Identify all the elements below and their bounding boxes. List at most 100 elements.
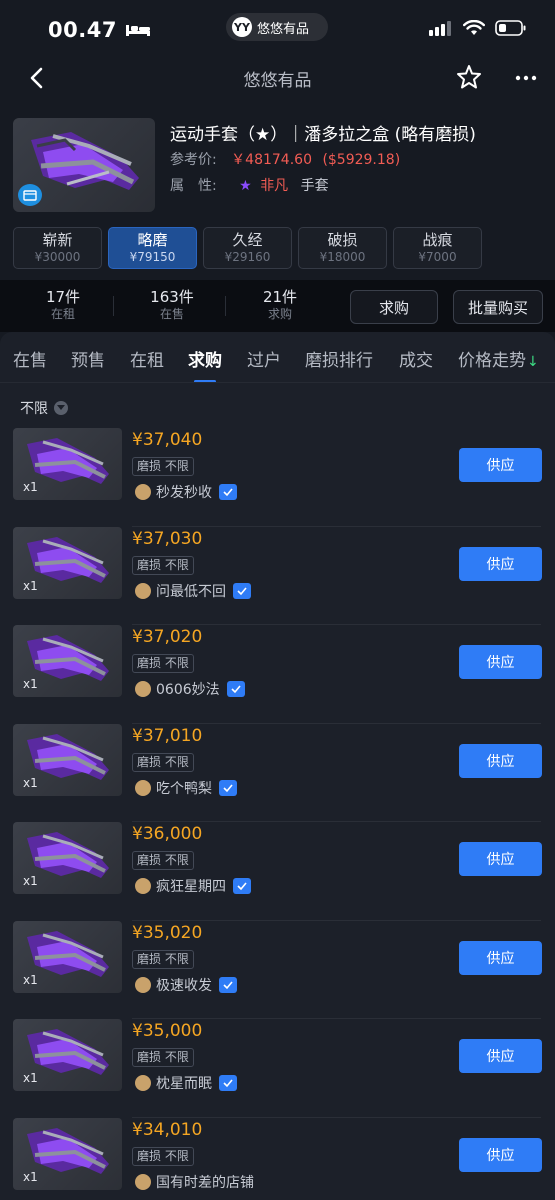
- app-indicator-pill[interactable]: YY 悠悠有品: [226, 13, 328, 41]
- supply-button[interactable]: 供应: [459, 1137, 542, 1172]
- item-thumbnail[interactable]: x1: [13, 625, 122, 697]
- verified-badge-icon: [219, 484, 237, 500]
- item-quantity: x1: [23, 578, 38, 593]
- buyer-name: 枕星而眠: [156, 1076, 212, 1092]
- avatar: [135, 779, 151, 796]
- wear-tab-name: 略磨: [137, 231, 168, 249]
- rarity-star-icon: ★: [239, 178, 252, 194]
- request-price: ¥37,040: [132, 430, 203, 450]
- bulk-buy-button[interactable]: 批量购买: [453, 290, 543, 324]
- buyer-info[interactable]: 极速收发: [135, 975, 237, 995]
- stat-divider: [113, 296, 114, 316]
- trend-arrow-icon: ↓: [527, 354, 539, 370]
- buy-request-list: x1 ¥37,040 磨损 不限 秒发秒收 供应 x1 ¥37,030 磨损 不…: [0, 428, 555, 1200]
- item-thumbnail[interactable]: x1: [13, 920, 122, 993]
- buyer-info[interactable]: 0606妙法: [135, 679, 245, 699]
- buyer-info[interactable]: 疯狂星期四: [135, 876, 251, 896]
- stats-bar: 17件 在租 163件 在售 21件 求购 求购 批量购买: [0, 280, 555, 332]
- verified-badge-icon: [226, 681, 245, 697]
- rarity-text: 非凡: [260, 178, 289, 194]
- request-price: ¥35,000: [132, 1021, 203, 1041]
- sleep-focus-icon: [125, 23, 151, 37]
- supply-button[interactable]: 供应: [459, 645, 542, 679]
- wear-tab-factory-new[interactable]: 崭新 ¥30000: [13, 227, 102, 269]
- wear-tab-name: 久经: [232, 231, 263, 249]
- buyer-info[interactable]: 枕星而眠: [135, 1073, 237, 1093]
- tab-buy-requests[interactable]: 求购: [188, 346, 222, 371]
- buyer-info[interactable]: 国有时差的店铺: [135, 1172, 254, 1192]
- verified-badge-icon: [219, 976, 237, 993]
- list-item: x1 ¥34,010 磨损 不限 国有时差的店铺 供应: [0, 1117, 555, 1200]
- app-logo-icon: YY: [232, 17, 252, 37]
- tabs-divider: [0, 382, 555, 383]
- list-item: x1 ¥35,000 磨损 不限 枕星而眠 供应: [0, 1019, 555, 1118]
- buyer-info[interactable]: 吃个鸭梨: [135, 778, 237, 798]
- stat-label: 在租: [50, 307, 75, 321]
- tab-renting[interactable]: 在租: [130, 346, 164, 371]
- product-header: 运动手套（★）｜潘多拉之盒 (略有磨损) 参考价: ￥48174.60 ($59…: [13, 118, 543, 214]
- favorite-star-icon[interactable]: [455, 63, 483, 91]
- buyer-info[interactable]: 秒发秒收: [135, 482, 237, 502]
- product-image[interactable]: [13, 118, 155, 212]
- stat-count: 163件: [150, 288, 194, 306]
- tab-on-sale[interactable]: 在售: [13, 346, 47, 371]
- battery-icon: [495, 20, 527, 40]
- tab-transactions[interactable]: 成交: [399, 346, 433, 371]
- list-item: x1 ¥35,020 磨损 不限 极速收发 供应: [0, 920, 555, 1019]
- supply-button[interactable]: 供应: [459, 448, 542, 482]
- reference-price-label: 参考价:: [170, 152, 217, 168]
- item-quantity: x1: [23, 480, 38, 494]
- avatar: [135, 1075, 151, 1091]
- supply-button[interactable]: 供应: [459, 743, 542, 778]
- buyer-name: 疯狂星期四: [156, 879, 226, 895]
- wear-tab-field-tested[interactable]: 久经 ¥29160: [203, 227, 292, 269]
- wear-tab-well-worn[interactable]: 破损 ¥18000: [298, 227, 387, 269]
- tab-presale[interactable]: 预售: [71, 346, 105, 371]
- buyer-info[interactable]: 问最低不回: [135, 581, 251, 601]
- avatar: [135, 582, 151, 599]
- wear-filter-dropdown[interactable]: 不限: [20, 398, 68, 418]
- reference-price: ￥48174.60: [231, 152, 312, 168]
- item-thumbnail[interactable]: x1: [13, 428, 122, 500]
- item-thumbnail[interactable]: x1: [13, 723, 122, 796]
- buyer-name: 秒发秒收: [156, 485, 212, 501]
- list-item: x1 ¥36,000 磨损 不限 疯狂星期四 供应: [0, 822, 555, 921]
- stat-divider: [225, 296, 226, 316]
- supply-button[interactable]: 供应: [459, 1039, 542, 1073]
- item-thumbnail[interactable]: x1: [13, 1117, 122, 1190]
- stat-renting[interactable]: 17件 在租: [18, 288, 108, 322]
- item-thumbnail[interactable]: x1: [13, 1019, 122, 1091]
- wear-tab-minimal-wear[interactable]: 略磨 ¥79150: [108, 227, 197, 269]
- reference-price-row: 参考价: ￥48174.60 ($5929.18): [170, 149, 400, 169]
- buy-request-button[interactable]: 求购: [350, 290, 438, 324]
- stat-on-sale[interactable]: 163件 在售: [127, 288, 217, 322]
- wear-tab-name: 战痕: [422, 231, 453, 249]
- item-thumbnail[interactable]: x1: [13, 822, 122, 894]
- item-type: 手套: [300, 178, 329, 194]
- more-options-icon[interactable]: [512, 64, 540, 92]
- buyer-name: 吃个鸭梨: [156, 780, 212, 797]
- supply-button[interactable]: 供应: [459, 546, 542, 581]
- attribute-row: 属 性: ★ 非凡 手套: [170, 175, 329, 195]
- supply-button[interactable]: 供应: [459, 842, 542, 876]
- stat-buy-requests[interactable]: 21件 求购: [235, 288, 325, 322]
- tab-transfer[interactable]: 过户: [247, 346, 281, 371]
- wear-tab-price: ¥29160: [224, 250, 271, 264]
- main-panel: 在售 预售 在租 求购 过户 磨损排行 成交 价格走势↓ 不限 x1 ¥37,0…: [0, 332, 555, 1200]
- item-quantity: x1: [23, 972, 38, 987]
- item-quantity: x1: [23, 1169, 38, 1184]
- item-thumbnail[interactable]: x1: [13, 526, 122, 599]
- request-price: ¥36,000: [132, 824, 203, 844]
- request-price: ¥37,020: [132, 627, 203, 647]
- filter-label: 不限: [20, 401, 48, 417]
- supply-button[interactable]: 供应: [459, 940, 542, 975]
- stat-label: 在售: [159, 307, 184, 321]
- wear-tag: 磨损 不限: [132, 1048, 194, 1067]
- tab-wear-ranking[interactable]: 磨损排行: [305, 346, 373, 371]
- tab-price-trend-wrap[interactable]: 价格走势↓: [458, 346, 539, 371]
- list-item: x1 ¥37,030 磨损 不限 问最低不回 供应: [0, 526, 555, 625]
- wear-tab-battle-scarred[interactable]: 战痕 ¥7000: [393, 227, 482, 269]
- item-quantity: x1: [23, 1071, 38, 1085]
- wear-tab-price: ¥7000: [418, 250, 457, 264]
- item-quantity: x1: [23, 775, 38, 790]
